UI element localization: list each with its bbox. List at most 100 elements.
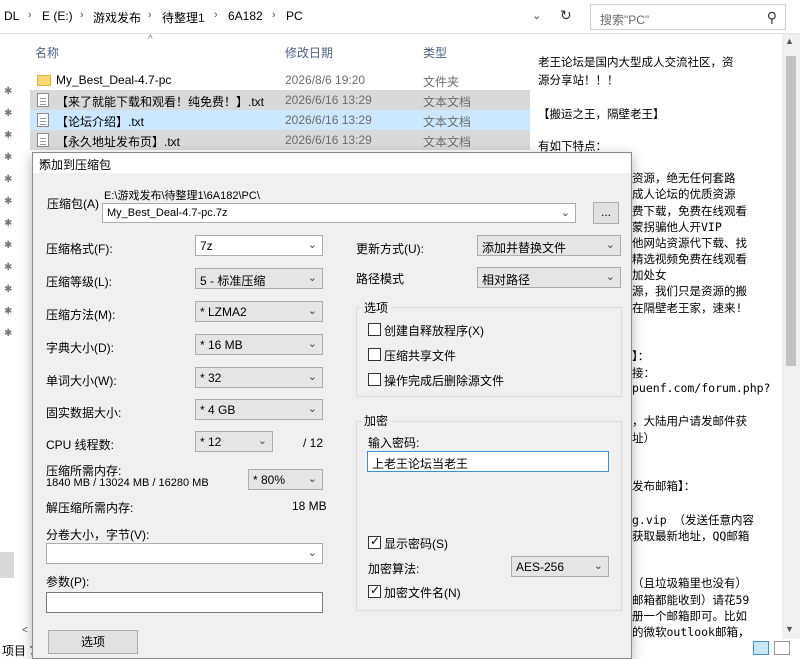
chevron-right-icon: › <box>148 9 152 21</box>
encryption-method-select[interactable]: AES-256 ⌄ <box>511 556 609 577</box>
options-button[interactable]: 选项 <box>48 630 138 654</box>
preview-line: 【搬运之王，隔壁老王】 <box>538 107 665 121</box>
sfx-checkbox[interactable] <box>368 323 381 336</box>
pin-icon: ✱ <box>4 218 13 229</box>
preview-line: 获取最新地址，QQ邮箱 <box>632 529 750 543</box>
address-bar: DL › E (E:) › 游戏发布 › 待整理1 › 6A182 › PC ⌄… <box>0 0 800 34</box>
breadcrumb-dl[interactable]: DL <box>4 9 19 23</box>
password-input[interactable]: 上老王论坛当老王 <box>367 451 609 472</box>
chevron-down-icon: ⌄ <box>307 239 317 251</box>
item-count: 项目 7 <box>2 644 37 658</box>
refresh-icon[interactable]: ↻ <box>560 7 572 24</box>
sfx-label[interactable]: 创建自释放程序(X) <box>384 322 484 339</box>
shared-files-label[interactable]: 压缩共享文件 <box>384 347 456 364</box>
column-header-date[interactable]: 修改日期 <box>285 44 333 61</box>
file-row[interactable]: 【来了就能下载和观看！纯免费！】.txt 2026/6/16 13:29 文本文… <box>30 90 530 110</box>
column-header-name[interactable]: 名称 <box>35 44 59 61</box>
cpu-select[interactable]: * 12 ⌄ <box>195 431 273 452</box>
search-icon[interactable]: ⚲ <box>767 9 777 26</box>
file-type: 文本文档 <box>423 135 472 149</box>
file-date: 2026/6/16 13:29 <box>285 133 372 147</box>
chevron-down-icon: ⌄ <box>307 272 317 284</box>
encrypt-filenames-checkbox[interactable] <box>368 583 381 598</box>
update-mode-select[interactable]: 添加并替换文件 ⌄ <box>477 235 621 256</box>
archive-label: 压缩包(A) <box>47 197 99 211</box>
preview-line: 册一个邮箱即可。比如 <box>632 609 747 623</box>
chevron-right-icon: › <box>28 9 32 21</box>
preview-line: 址） <box>632 431 655 445</box>
delete-after-checkbox[interactable] <box>368 373 381 386</box>
chevron-right-icon: › <box>80 9 84 21</box>
cpu-label: CPU 线程数: <box>46 438 115 452</box>
chevron-down-icon[interactable]: ⌄ <box>561 206 570 219</box>
shared-files-checkbox[interactable] <box>368 348 381 361</box>
browse-button[interactable]: ... <box>593 202 619 224</box>
file-row[interactable]: My_Best_Deal-4.7-pc 2026/8/6 19:20 文件夹 <box>30 70 530 90</box>
breadcrumb-drive[interactable]: E (E:) <box>42 9 73 23</box>
chevron-down-icon: ⌄ <box>307 473 317 485</box>
archive-name-combo[interactable]: My_Best_Deal-4.7-pc.7z ⌄ <box>102 203 576 223</box>
path-mode-select[interactable]: 相对路径 ⌄ <box>477 267 621 288</box>
path-mode-label: 路径模式 <box>356 272 405 286</box>
chevron-down-icon: ⌄ <box>605 271 615 283</box>
file-row[interactable]: 【永久地址发布页】.txt 2026/6/16 13:29 文本文档 <box>30 130 530 150</box>
preview-line: 费下载，免费在线观看 <box>632 204 747 218</box>
details-view-icon[interactable] <box>753 641 769 655</box>
large-icons-view-icon[interactable] <box>774 641 790 655</box>
navigation-pane: ✱ ✱ ✱ ✱ ✱ ✱ ✱ ✱ ✱ ✱ ✱ ✱ <box>0 34 30 639</box>
file-date: 2026/8/6 19:20 <box>285 73 366 87</box>
params-input[interactable] <box>46 592 323 613</box>
pin-icon: ✱ <box>4 130 13 141</box>
search-placeholder: 搜索"PC" <box>600 13 650 27</box>
archive-path: E:\游戏发布\待整理1\6A182\PC\ <box>104 190 260 202</box>
volume-size-label: 分卷大小，字节(V): <box>46 528 150 542</box>
encrypt-filenames-label[interactable]: 加密文件名(N) <box>384 584 461 601</box>
breadcrumb-pc[interactable]: PC <box>286 9 303 23</box>
file-name: 【永久地址发布页】.txt <box>56 135 181 149</box>
preview-line: 精选视频免费在线观看 <box>632 252 747 266</box>
scroll-left-icon[interactable]: < <box>22 625 28 636</box>
file-row[interactable]: 【论坛介绍】.txt 2026/6/16 13:29 文本文档 <box>30 110 530 130</box>
method-select[interactable]: * LZMA2 ⌄ <box>195 301 323 322</box>
encryption-method-label: 加密算法: <box>368 562 420 576</box>
file-name: 【论坛介绍】.txt <box>56 115 145 129</box>
pin-icon: ✱ <box>4 86 13 97</box>
chevron-down-icon[interactable]: ⌄ <box>532 9 541 22</box>
format-value: 7z <box>200 239 213 253</box>
preview-line: g.vip （发送任意内容 <box>632 513 755 527</box>
file-type: 文本文档 <box>423 95 472 109</box>
breadcrumb-6a182[interactable]: 6A182 <box>228 9 263 23</box>
search-input[interactable]: 搜索"PC" ⚲ <box>590 4 786 30</box>
scroll-down-icon[interactable]: ▼ <box>785 624 794 634</box>
show-password-label[interactable]: 显示密码(S) <box>384 535 448 552</box>
chevron-down-icon: ⌄ <box>307 338 317 350</box>
memory-percent-select[interactable]: * 80% ⌄ <box>248 469 323 490</box>
breadcrumb-game-release[interactable]: 游戏发布 <box>93 9 141 26</box>
solid-select[interactable]: * 4 GB ⌄ <box>195 399 323 420</box>
params-label: 参数(P): <box>46 575 90 589</box>
close-icon[interactable]: × <box>39 156 623 170</box>
preview-line: 他网站资源代下载、找 <box>632 236 747 250</box>
level-select[interactable]: 5 - 标准压缩 ⌄ <box>195 268 323 289</box>
preview-line: puenf.com/forum.php? <box>632 381 771 395</box>
nav-selection <box>0 552 14 578</box>
delete-after-label[interactable]: 操作完成后删除源文件 <box>384 372 504 389</box>
dict-select[interactable]: * 16 MB ⌄ <box>195 334 323 355</box>
word-value: * 32 <box>200 371 222 385</box>
preview-scrollbar-thumb[interactable] <box>786 56 796 366</box>
chevron-down-icon: ⌄ <box>307 403 317 415</box>
format-label: 压缩格式(F): <box>46 242 113 256</box>
column-header-type[interactable]: 类型 <box>423 44 447 61</box>
preview-line: 源分享站！！！ <box>538 73 619 87</box>
preview-line: 发布邮箱】： <box>632 479 696 493</box>
show-password-checkbox[interactable] <box>368 534 381 549</box>
scroll-up-icon[interactable]: ▲ <box>785 36 794 46</box>
volume-size-combo[interactable]: ⌄ <box>46 543 323 564</box>
method-value: * LZMA2 <box>200 305 247 319</box>
word-select[interactable]: * 32 ⌄ <box>195 367 323 388</box>
chevron-down-icon: ⌄ <box>257 435 267 447</box>
chevron-down-icon: ⌄ <box>307 371 317 383</box>
format-select[interactable]: 7z ⌄ <box>195 235 323 256</box>
breadcrumb-pending[interactable]: 待整理1 <box>162 9 205 26</box>
decompress-memory-value: 18 MB <box>292 499 327 513</box>
